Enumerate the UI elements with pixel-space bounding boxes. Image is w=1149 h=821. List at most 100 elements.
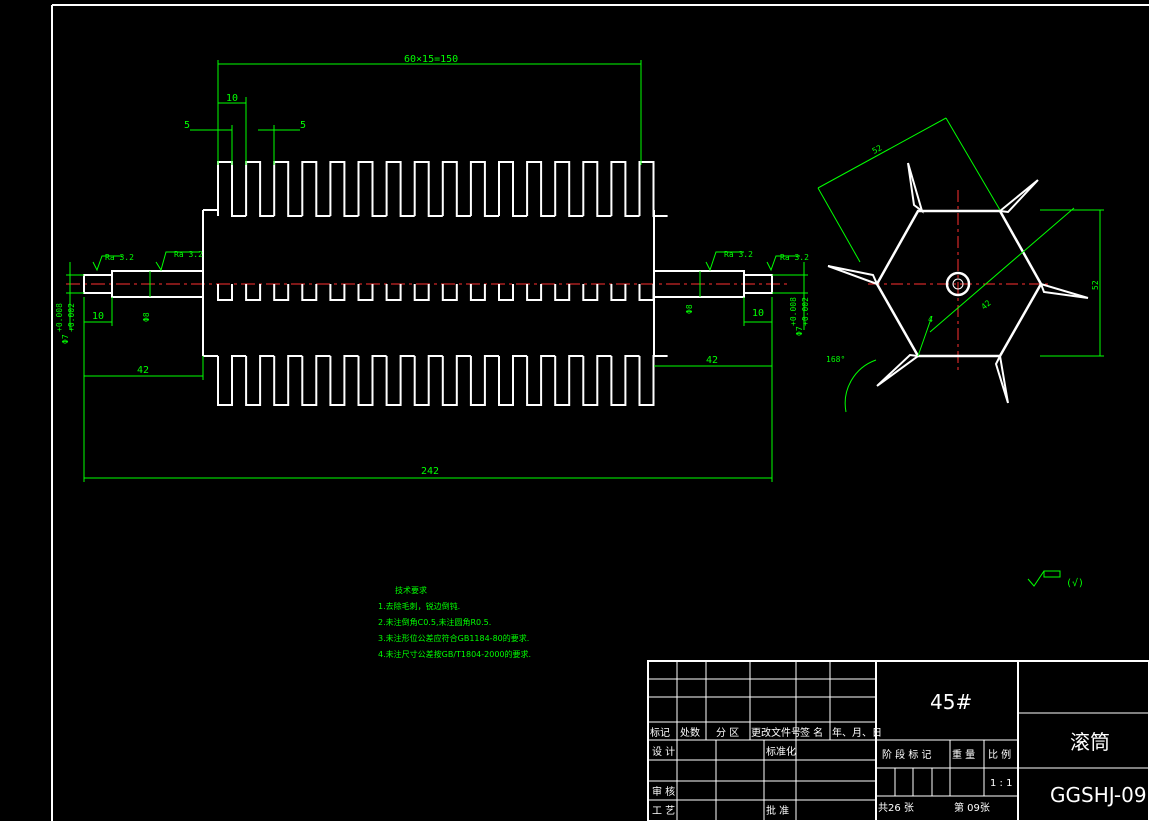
label-process: 工 艺 (652, 805, 675, 817)
teeth-middle-row (217, 284, 655, 301)
drawing-frame (51, 4, 1149, 821)
tooth-top (413, 161, 443, 217)
tooth-top (582, 161, 612, 217)
notes-title: 技术要求 (395, 585, 427, 595)
notes-item: 3.未注形位公差应符合GB1184-80的要求. (378, 633, 529, 643)
tooth-bottom (554, 355, 584, 406)
tooth-middle (469, 284, 486, 301)
dim-end-right: 10 (752, 308, 764, 319)
row-label-mark: 标记 (650, 727, 670, 739)
dim-dia-end-right: Φ7 (795, 326, 804, 336)
tooth-bottom (357, 355, 387, 406)
dim-dia-end-left: Φ7 (61, 334, 70, 344)
notes-item: 2.未注倒角C0.5,未注圆角R0.5. (378, 617, 491, 627)
roughness-label-3: Ra 3.2 (724, 250, 753, 259)
dim-dia-shaft-left: Φ8 (142, 312, 151, 322)
dim-pitch: 10 (226, 93, 238, 104)
tooth-middle (301, 284, 318, 301)
tooth-middle (357, 284, 374, 301)
title-block-text: 45# 滚筒 GGSHJ-09 标记 处数 分 区 更改文件号 签 名 年、月、… (650, 690, 1147, 817)
dim-tooth-pattern: 60×15=150 (404, 54, 458, 65)
tooth-bottom (413, 355, 443, 406)
side-dim-angle: 168° (826, 355, 845, 364)
drawing-canvas: 60×15=150 10 5 5 242 42 42 10 10 Φ8 Φ8 Φ… (51, 4, 1149, 821)
tooth-middle (498, 284, 514, 301)
tooth-top (245, 161, 275, 217)
tooth-middle (638, 284, 655, 301)
tooth-top (441, 161, 471, 217)
tooth-top (385, 161, 415, 217)
teeth-top-row (217, 161, 668, 217)
tooth-bottom (582, 355, 612, 406)
label-approve: 批 准 (766, 804, 789, 817)
dim-end-left: 10 (92, 311, 104, 322)
tooth-middle (554, 284, 571, 301)
tooth-top (638, 161, 668, 217)
scale-value: 1 : 1 (990, 778, 1012, 789)
label-design: 设 计 (652, 745, 675, 758)
row-label-count: 处数 (680, 726, 700, 739)
dim-gap-left: 5 (184, 120, 190, 131)
side-dim-height: 52 (1091, 280, 1100, 290)
label-scale: 比 例 (988, 748, 1011, 761)
tooth-bottom (245, 355, 275, 406)
tooth-top (301, 161, 331, 217)
notes-item: 1.去除毛刺，锐边倒钝. (378, 601, 460, 611)
tooth-middle (217, 284, 233, 301)
row-label-date: 年、月、日 (832, 726, 882, 739)
roughness-paren: (√) (1066, 577, 1084, 589)
roughness-label-4: Ra 3.2 (780, 253, 809, 262)
tooth-bottom (526, 355, 556, 406)
label-stage-mark: 阶 段 标 记 (882, 748, 932, 761)
tooth-bottom (610, 355, 640, 406)
tooth-top (469, 161, 499, 217)
tooth-top (498, 161, 528, 217)
tooth-top (554, 161, 584, 217)
tooth-top (357, 161, 387, 217)
roughness-label-1: Ra 3.2 (105, 253, 134, 262)
tooth-middle (329, 284, 346, 301)
drum-body (202, 209, 655, 357)
sheets-total: 共26 张 (878, 802, 914, 814)
tooth-middle (610, 284, 627, 301)
label-check: 审 核 (652, 785, 675, 798)
tooth-bottom (273, 355, 303, 406)
roughness-label-2: Ra 3.2 (174, 250, 203, 259)
label-standardize: 标准化 (766, 745, 796, 758)
tooth-bottom (638, 355, 668, 406)
side-dimension-lines (817, 117, 1104, 413)
side-dim-diag: 42 (980, 298, 993, 311)
teeth-bottom-row (217, 355, 668, 406)
tooth-bottom (329, 355, 359, 406)
notes-item: 4.未注尺寸公差按GB/T1804-2000的要求. (378, 649, 531, 659)
tooth-top (273, 161, 303, 217)
side-dim-small: 4 (928, 315, 933, 324)
row-label-change-doc: 更改文件号 (751, 726, 801, 739)
tooth-bottom (217, 355, 247, 406)
tooth-top (610, 161, 640, 217)
tooth-bottom (498, 355, 528, 406)
general-roughness-symbol (1027, 570, 1061, 587)
dim-total-length: 242 (421, 466, 439, 477)
sheet-number: 第 09张 (954, 801, 990, 814)
tooth-bottom (385, 355, 415, 406)
front-view: 60×15=150 10 5 5 242 42 42 10 10 Φ8 Φ8 Φ… (55, 54, 810, 482)
part-name: 滚筒 (1070, 730, 1110, 754)
tooth-bottom (301, 355, 331, 406)
dim-shaft-right: 42 (706, 355, 718, 366)
tooth-bottom (469, 355, 499, 406)
dim-tol-upper-right: +0.008 (789, 297, 798, 326)
row-label-zone: 分 区 (716, 727, 739, 739)
tooth-middle (413, 284, 430, 301)
material-label: 45# (930, 690, 972, 714)
row-label-signature: 签 名 (800, 726, 823, 739)
dim-gap-right: 5 (300, 120, 306, 131)
tooth-middle (385, 284, 402, 301)
tooth-bottom (441, 355, 471, 406)
tooth-top (329, 161, 359, 217)
technical-notes: 技术要求 1.去除毛刺，锐边倒钝. 2.未注倒角C0.5,未注圆角R0.5. 3… (378, 585, 531, 659)
tooth-top (217, 161, 247, 217)
label-weight: 重 量 (952, 748, 975, 761)
dim-tol-lower-right: +0.002 (801, 297, 810, 326)
side-dim-width: 52 (871, 143, 884, 156)
